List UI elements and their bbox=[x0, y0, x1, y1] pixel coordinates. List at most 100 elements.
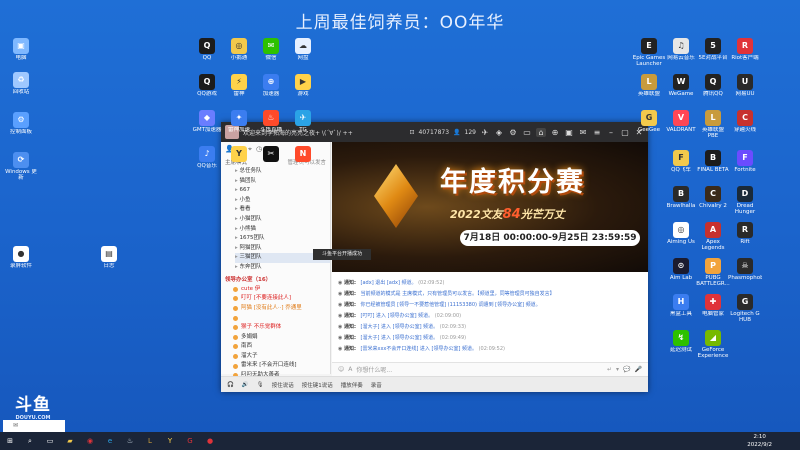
desktop-shortcut[interactable]: L 英雄联盟 PBE bbox=[696, 110, 730, 139]
gift-icon[interactable]: ◈ bbox=[494, 128, 504, 137]
desktop-shortcut[interactable]: ✂ 剪映 bbox=[254, 146, 288, 169]
steam-icon[interactable]: ♨ bbox=[124, 435, 136, 447]
desktop-shortcut[interactable]: F Fortnite bbox=[728, 150, 762, 173]
ptt-label[interactable]: 按住说话 bbox=[272, 381, 294, 389]
desktop-shortcut[interactable]: F QQ飞车 bbox=[664, 150, 698, 173]
g-icon[interactable]: G bbox=[184, 435, 196, 447]
desktop-shortcut[interactable]: B FINAL BETA bbox=[696, 150, 730, 173]
desktop-shortcut[interactable]: ♪ QQ音乐 bbox=[190, 146, 224, 169]
game-icon[interactable]: ⊕ bbox=[550, 128, 560, 137]
user-item[interactable]: cute 伊 bbox=[233, 285, 330, 295]
maximize-icon[interactable]: ▢ bbox=[620, 128, 630, 137]
desktop-shortcut[interactable]: ◎ 小鹅通 bbox=[222, 38, 256, 61]
desktop-shortcut[interactable]: ⚙ 控制面板 bbox=[4, 112, 38, 135]
desktop-shortcut[interactable]: V VALORANT bbox=[664, 110, 698, 133]
desktop-shortcut[interactable]: ⊙ Aim Lab bbox=[664, 258, 698, 281]
desktop-shortcut[interactable]: R Riot客户端 bbox=[728, 38, 762, 61]
desktop-shortcut[interactable]: ♻ 回收站 bbox=[4, 72, 38, 95]
desktop-shortcut[interactable]: L 英雄联盟 bbox=[632, 74, 666, 97]
file-explorer-icon[interactable]: ▰ bbox=[64, 435, 76, 447]
promo-banner[interactable]: 年度积分赛 2022文友84光芒万丈 7月18日 00:00:00-9月25日 … bbox=[332, 142, 648, 272]
desktop-shortcut[interactable]: R Rift bbox=[728, 222, 762, 245]
channel-item[interactable]: 看看 bbox=[235, 205, 330, 215]
bag-icon[interactable]: ▣ bbox=[564, 128, 574, 137]
desktop-shortcut[interactable]: 5 5E对战平台 bbox=[696, 38, 730, 61]
user-item[interactable]: 溜大子 bbox=[233, 352, 330, 362]
record-button[interactable]: 录音 bbox=[371, 381, 382, 389]
desktop-shortcut[interactable]: ✚ 电脑管家 bbox=[696, 294, 730, 317]
desktop-shortcut[interactable]: ● 录屏软件 bbox=[4, 246, 38, 269]
desktop-shortcut[interactable]: C Chivalry 2 bbox=[696, 186, 730, 209]
desktop-shortcut[interactable]: E Epic Games Launcher bbox=[632, 38, 666, 67]
channel-item[interactable]: 1675团队 bbox=[235, 234, 330, 244]
desktop-shortcut[interactable]: ⚡ 雷神 bbox=[222, 74, 256, 97]
desktop-shortcut[interactable]: Y YY bbox=[222, 146, 256, 169]
dropdown-icon[interactable]: ▾ bbox=[616, 366, 619, 373]
desktop-shortcut[interactable]: ☠Phasmophobia bbox=[728, 258, 762, 281]
desktop-shortcut[interactable]: ◎ Aiming Us bbox=[664, 222, 698, 245]
desktop-shortcut[interactable]: ✈ TG bbox=[286, 110, 320, 133]
channel-item[interactable]: 东奔团队 bbox=[235, 263, 330, 273]
speaker-icon[interactable]: 🔊 bbox=[242, 382, 249, 388]
channel-item[interactable]: 小熊猫 bbox=[235, 225, 330, 235]
desktop-shortcut[interactable]: ♫ 网易云音乐 bbox=[664, 38, 698, 61]
desktop-shortcut[interactable]: D Dread Hunger bbox=[728, 186, 762, 215]
menu-icon[interactable]: ≡ bbox=[592, 128, 602, 137]
channel-item[interactable]: 小猫团队 bbox=[235, 215, 330, 225]
desktop-shortcut[interactable]: G GeeGee bbox=[632, 110, 666, 133]
desktop-shortcut[interactable]: Q 腾讯QQ bbox=[696, 74, 730, 97]
queue-label[interactable]: 按住键1说话 bbox=[302, 381, 333, 389]
font-icon[interactable]: A bbox=[348, 366, 352, 373]
desktop-shortcut[interactable]: ◆ GMT加速器 bbox=[190, 110, 224, 133]
start-icon[interactable]: ⊞ bbox=[4, 435, 16, 447]
desktop-shortcut[interactable]: Q QQ bbox=[190, 38, 224, 61]
headset-icon[interactable]: 🎧 bbox=[227, 382, 234, 388]
home-icon[interactable]: ⌂ bbox=[536, 127, 546, 137]
system-clock[interactable]: 2:10 2022/9/2 bbox=[747, 433, 772, 449]
channel-item[interactable]: 猫团队 bbox=[235, 177, 330, 187]
desktop-shortcut[interactable]: ✉ 微信 bbox=[254, 38, 288, 61]
browser-icon[interactable]: ◉ bbox=[84, 435, 96, 447]
settings-icon[interactable]: ⚙ bbox=[508, 128, 518, 137]
user-item[interactable]: 南西 bbox=[233, 342, 330, 352]
user-item[interactable]: 叮叮 [不要连接此人] bbox=[233, 294, 330, 304]
task-view-icon[interactable]: ▭ bbox=[44, 435, 56, 447]
user-item[interactable] bbox=[233, 313, 330, 323]
emoji-icon[interactable]: ☺ bbox=[338, 366, 344, 373]
screen-icon[interactable]: ▭ bbox=[522, 128, 532, 137]
minimize-icon[interactable]: – bbox=[606, 128, 616, 137]
desktop-shortcut[interactable]: A Apex Legends bbox=[696, 222, 730, 251]
user-item[interactable]: 猴子 不乐觉群体 bbox=[233, 323, 330, 333]
lol-taskbar-icon[interactable]: L bbox=[144, 435, 156, 447]
mail-icon[interactable]: ✉ bbox=[578, 128, 588, 137]
edge-icon[interactable]: e bbox=[104, 435, 116, 447]
desktop-shortcut[interactable]: W WeGame bbox=[664, 74, 698, 97]
user-item[interactable]: 雷米来 [不会开口连线] bbox=[233, 361, 330, 371]
desktop-shortcut[interactable]: ♨ 斗鱼直播 bbox=[254, 110, 288, 133]
accompaniment-button[interactable]: 播放伴奏 bbox=[341, 381, 363, 389]
channel-item[interactable]: 667 bbox=[235, 186, 330, 196]
speech-icon[interactable]: 💬 bbox=[623, 366, 630, 373]
desktop-shortcut[interactable]: ▶ 游戏 bbox=[286, 74, 320, 97]
desktop-shortcut[interactable]: H 黑盒工具 bbox=[664, 294, 698, 317]
desktop-shortcut[interactable]: ⊕ 加速器 bbox=[254, 74, 288, 97]
user-item[interactable]: 多娟娟 bbox=[233, 333, 330, 343]
user-item[interactable]: 阿猫 [没有此人··] 乔通里 bbox=[233, 304, 330, 314]
desktop-shortcut[interactable]: B Brawlhalla bbox=[664, 186, 698, 209]
current-room-title[interactable]: 领导办公室（16） bbox=[221, 273, 330, 285]
desktop-shortcut[interactable]: ✦ 雷神加速 bbox=[222, 110, 256, 133]
desktop-shortcut[interactable]: C 穿越火线 bbox=[728, 110, 762, 133]
desktop-shortcut[interactable]: ▤ 日志 bbox=[92, 246, 126, 269]
record-icon[interactable]: ● bbox=[204, 435, 216, 447]
desktop-shortcut[interactable]: ▣ 电脑 bbox=[4, 38, 38, 61]
chat-input[interactable]: 你想什么呢... bbox=[356, 365, 603, 374]
desktop-shortcut[interactable]: ☁ 网盘 bbox=[286, 38, 320, 61]
desktop-shortcut[interactable]: Q QQ游戏 bbox=[190, 74, 224, 97]
mic-icon[interactable]: 🎙 bbox=[257, 382, 264, 388]
desktop-shortcut[interactable]: G Logitech G HUB bbox=[728, 294, 762, 323]
share-icon[interactable]: ✈ bbox=[480, 128, 490, 137]
search-icon[interactable]: ⌕ bbox=[24, 435, 36, 447]
channel-item[interactable]: 小鱼 bbox=[235, 196, 330, 206]
desktop-shortcut[interactable]: ◢ GeForce Experience bbox=[696, 330, 730, 359]
desktop-shortcut[interactable]: U 网易UU bbox=[728, 74, 762, 97]
